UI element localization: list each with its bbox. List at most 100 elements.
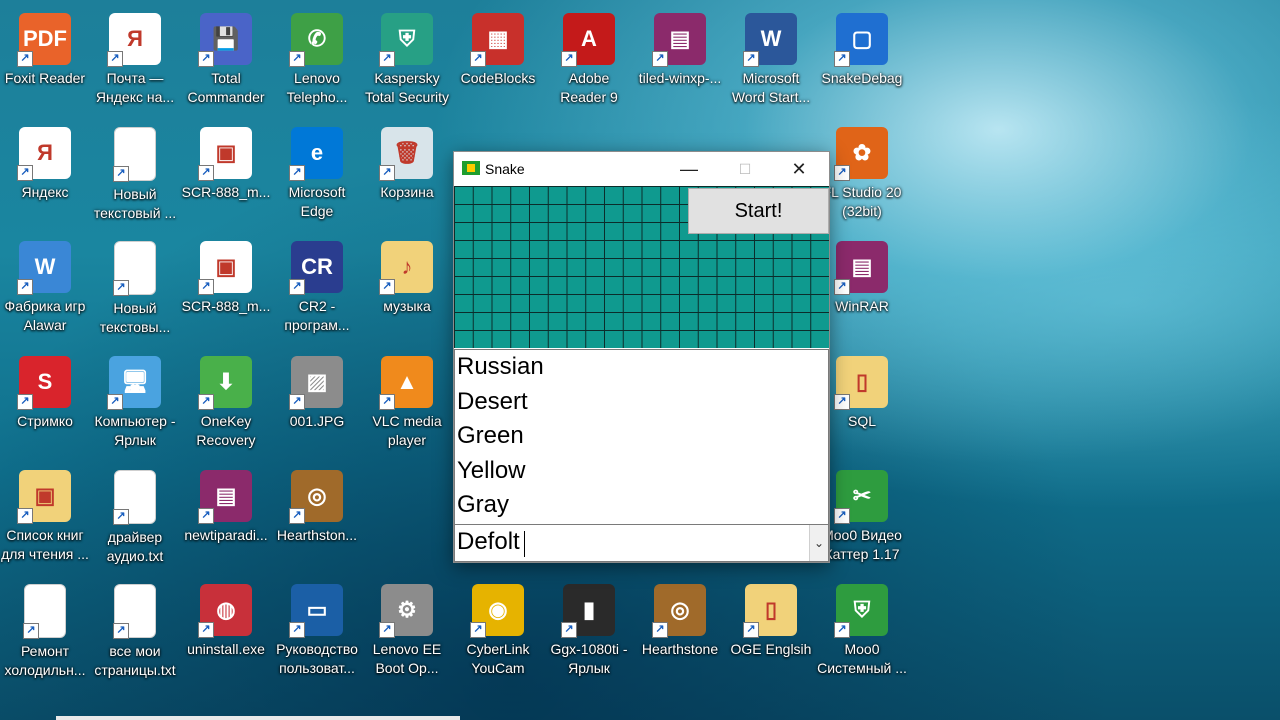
close-button[interactable]: ✕ bbox=[776, 152, 822, 186]
sql-folder-icon: ▯ ↗ bbox=[834, 356, 888, 410]
desktop-icon[interactable]: ▯ ↗ SQL bbox=[817, 348, 907, 431]
desktop-icon[interactable]: ◎ ↗ Hearthston... bbox=[272, 462, 362, 545]
hearthstone-icon: ◎ ↗ bbox=[652, 584, 706, 638]
desktop-icon[interactable]: ▦ ↗ CodeBlocks bbox=[453, 5, 543, 88]
shortcut-arrow-icon: ↗ bbox=[113, 280, 129, 296]
desktop-icon[interactable]: ⬇ ↗ OneKey Recovery bbox=[181, 348, 271, 450]
desktop-icon[interactable]: ◉ ↗ CyberLink YouCam bbox=[453, 576, 543, 678]
desktop-icon[interactable]: ⚙ ↗ Lenovo EE Boot Op... bbox=[362, 576, 452, 678]
title-bar[interactable]: Snake — ☐ ✕ bbox=[454, 152, 829, 186]
desktop-icon[interactable]: ↗ Новый текстовы... bbox=[90, 233, 180, 337]
desktop-icon[interactable]: e ↗ Microsoft Edge bbox=[272, 119, 362, 221]
desktop-icon[interactable]: W ↗ Microsoft Word Start... bbox=[726, 5, 816, 107]
lenovo-telephony-icon: ✆ ↗ bbox=[289, 13, 343, 67]
chevron-down-icon[interactable]: ⌄ bbox=[809, 525, 828, 561]
desktop-icon-label: uninstall.exe bbox=[187, 641, 265, 657]
desktop-icon[interactable]: ♪ ↗ музыка bbox=[362, 233, 452, 316]
desktop-icon[interactable]: ▢ ↗ SnakeDebag bbox=[817, 5, 907, 88]
desktop-icon-label: Microsoft Edge bbox=[288, 184, 346, 219]
desktop-icon[interactable]: ◎ ↗ Hearthstone bbox=[635, 576, 725, 659]
desktop-icon[interactable]: ▤ ↗ WinRAR bbox=[817, 233, 907, 316]
desktop-icon-label: Microsoft Word Start... bbox=[731, 70, 811, 105]
shortcut-arrow-icon: ↗ bbox=[113, 623, 129, 639]
shortcut-arrow-icon: ↗ bbox=[834, 51, 850, 67]
desktop-icon[interactable]: ⛨ ↗ Moo0 Системный ... bbox=[817, 576, 907, 678]
desktop-icon[interactable]: S ↗ Стримко bbox=[0, 348, 90, 431]
foxit-reader-icon: PDF ↗ bbox=[17, 13, 71, 67]
minimize-button[interactable]: — bbox=[666, 152, 712, 186]
edge-icon: e ↗ bbox=[289, 127, 343, 181]
desktop-icon[interactable]: W ↗ Фабрика игр Alawar bbox=[0, 233, 90, 335]
desktop-icon-label: SCR-888_m... bbox=[181, 184, 271, 200]
desktop-icon[interactable]: ↗ все мои страницы.txt bbox=[90, 576, 180, 680]
shortcut-arrow-icon: ↗ bbox=[470, 622, 486, 638]
theme-combobox[interactable]: Defolt ⌄ bbox=[454, 524, 829, 562]
jpg-file-icon: ▨ ↗ bbox=[289, 356, 343, 410]
list-item[interactable]: Yellow bbox=[455, 454, 828, 489]
winrar-archive-icon: ▤ ↗ bbox=[198, 470, 252, 524]
list-item[interactable]: Russian bbox=[455, 350, 828, 385]
desktop-icon-label: Новый текстовый ... bbox=[93, 186, 177, 221]
shortcut-arrow-icon: ↗ bbox=[198, 622, 214, 638]
desktop-icon-label: Total Commander bbox=[187, 70, 265, 105]
desktop-icon-label: newtiparadi... bbox=[184, 527, 268, 543]
desktop-icon[interactable]: ✿ ↗ FL Studio 20 (32bit) bbox=[817, 119, 907, 221]
desktop-icon[interactable]: ✆ ↗ Lenovo Telepho... bbox=[272, 5, 362, 107]
shortcut-arrow-icon: ↗ bbox=[379, 622, 395, 638]
text-file-icon: ↗ bbox=[113, 470, 156, 525]
desktop-icon[interactable]: ▤ ↗ newtiparadi... bbox=[181, 462, 271, 545]
desktop-icon[interactable]: ▲ ↗ VLC media player bbox=[362, 348, 452, 450]
desktop-icon-label: CodeBlocks bbox=[460, 70, 536, 86]
desktop-icon-label: Hearthstone bbox=[641, 641, 719, 657]
desktop-icon-label: Ремонт холодильн... bbox=[4, 643, 86, 678]
desktop-icon[interactable]: PDF ↗ Foxit Reader bbox=[0, 5, 90, 88]
shortcut-arrow-icon: ↗ bbox=[198, 165, 214, 181]
desktop-icon[interactable]: 🗑 ↗ Корзина bbox=[362, 119, 452, 202]
start-button[interactable]: Start! bbox=[688, 188, 829, 234]
shortcut-arrow-icon: ↗ bbox=[289, 394, 305, 410]
desktop-icon-label: Lenovo EE Boot Op... bbox=[372, 641, 442, 676]
color-list[interactable]: Russian Desert Green Yellow Gray bbox=[454, 349, 829, 525]
desktop-icon[interactable]: ▯ ↗ OGE Englsih bbox=[726, 576, 816, 659]
desktop-icon[interactable]: ▤ ↗ tiled-winxp-... bbox=[635, 5, 725, 88]
list-item[interactable]: Desert bbox=[455, 385, 828, 420]
desktop-icon[interactable]: ↗ Новый текстовый ... bbox=[90, 119, 180, 223]
desktop-icon[interactable]: ✂ ↗ Moo0 Видео Каттер 1.17 bbox=[817, 462, 907, 564]
shortcut-arrow-icon: ↗ bbox=[17, 51, 33, 67]
desktop-icon[interactable]: A ↗ Adobe Reader 9 bbox=[544, 5, 634, 107]
desktop-icon-label: 001.JPG bbox=[289, 413, 345, 429]
desktop-icon[interactable]: ▣ ↗ SCR-888_m... bbox=[181, 233, 271, 316]
desktop-icon[interactable]: ↗ Ремонт холодильн... bbox=[0, 576, 90, 680]
combobox-value[interactable]: Defolt bbox=[457, 528, 520, 556]
desktop-icon[interactable]: ▮ ↗ Ggx-1080ti - Ярлык bbox=[544, 576, 634, 678]
desktop-icon-label: Стримко bbox=[17, 413, 73, 429]
desktop-icon[interactable]: ▣ ↗ Список книг для чтения ... bbox=[0, 462, 90, 564]
desktop-icon-label: WinRAR bbox=[835, 298, 889, 314]
word-icon: W ↗ bbox=[743, 13, 797, 67]
shortcut-arrow-icon: ↗ bbox=[743, 51, 759, 67]
shortcut-arrow-icon: ↗ bbox=[198, 51, 214, 67]
cr2-icon: CR ↗ bbox=[289, 241, 343, 295]
desktop-icon[interactable]: ⛨ ↗ Kaspersky Total Security bbox=[362, 5, 452, 107]
desktop-icon[interactable]: 💾 ↗ Total Commander bbox=[181, 5, 271, 107]
vlc-icon: ▲ ↗ bbox=[379, 356, 433, 410]
list-item[interactable]: Gray bbox=[455, 488, 828, 523]
desktop-icon[interactable]: ▣ ↗ SCR-888_m... bbox=[181, 119, 271, 202]
desktop-icon-label: Moo0 Системный ... bbox=[817, 641, 907, 676]
text-file-icon: ↗ bbox=[113, 127, 156, 182]
desktop-icon[interactable]: ▨ ↗ 001.JPG bbox=[272, 348, 362, 431]
text-caret bbox=[524, 531, 525, 557]
desktop-icon[interactable]: CR ↗ CR2 - програм... bbox=[272, 233, 362, 335]
desktop-icon[interactable]: ▭ ↗ Руководство пользоват... bbox=[272, 576, 362, 678]
maximize-button[interactable]: ☐ bbox=[722, 152, 768, 186]
desktop-icon[interactable]: 🖥 ↗ Компьютер - Ярлык bbox=[90, 348, 180, 450]
ggx-shortcut-icon: ▮ ↗ bbox=[561, 584, 615, 638]
shortcut-arrow-icon: ↗ bbox=[198, 279, 214, 295]
desktop-icon[interactable]: ◍ ↗ uninstall.exe bbox=[181, 576, 271, 659]
desktop-icon[interactable]: Я ↗ Яндекс bbox=[0, 119, 90, 202]
list-item[interactable]: Green bbox=[455, 419, 828, 454]
computer-icon: 🖥 ↗ bbox=[107, 356, 161, 410]
desktop-icon[interactable]: ↗ драйвер аудио.txt bbox=[90, 462, 180, 566]
desktop-icon-label: CR2 - програм... bbox=[284, 298, 350, 333]
desktop-icon[interactable]: Я ↗ Почта — Яндекс на... bbox=[90, 5, 180, 107]
